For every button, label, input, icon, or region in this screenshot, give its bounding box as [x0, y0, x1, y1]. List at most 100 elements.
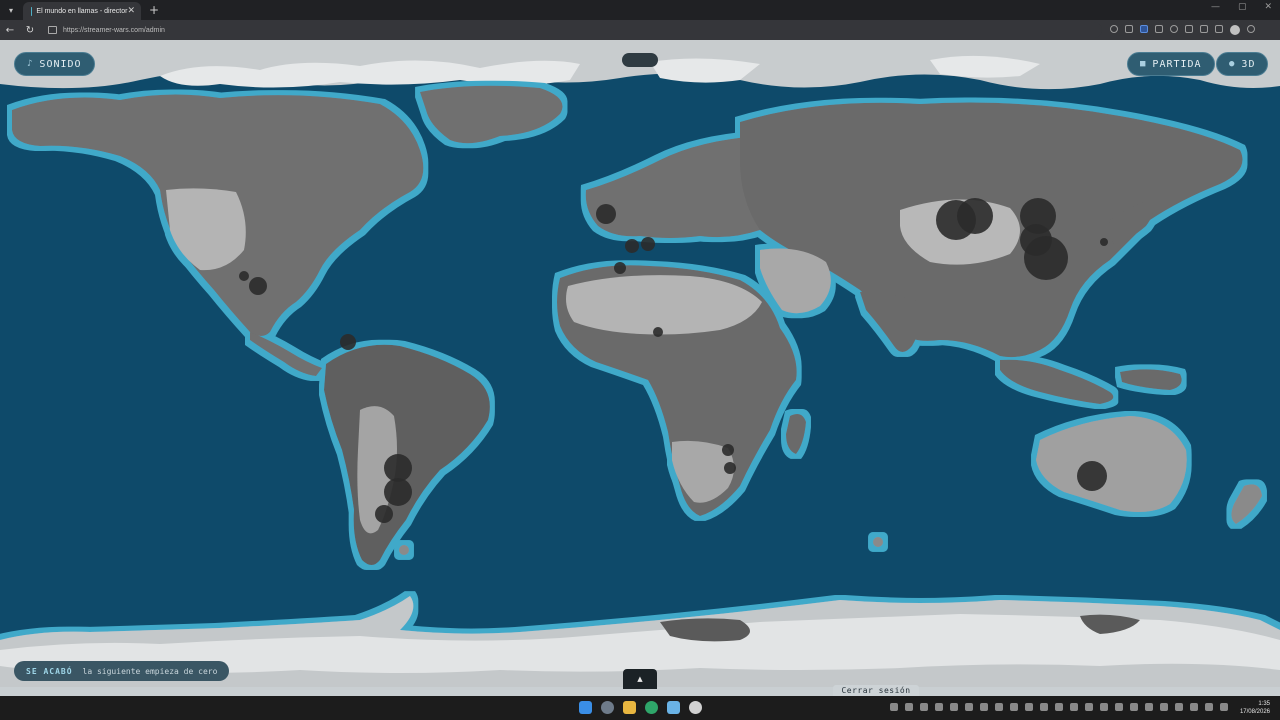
tray-icon[interactable] [965, 703, 973, 711]
window-controls: — ▢ ✕ [1211, 2, 1272, 12]
tray-icon[interactable] [890, 703, 898, 711]
tray-icon[interactable] [1130, 703, 1138, 711]
top-drawer-handle[interactable] [622, 53, 658, 67]
hotspot [1077, 461, 1107, 491]
address-bar[interactable]: https://streamer-wars.com/admin [42, 22, 1102, 38]
tab-title: El mundo en llamas - director [36, 7, 128, 15]
south-america [324, 344, 490, 565]
sound-toggle-button[interactable]: ♪ SONIDO [14, 52, 95, 76]
tray-icon[interactable] [920, 703, 928, 711]
hotspot [384, 478, 412, 506]
hotspot [641, 237, 655, 251]
extension-icon[interactable] [1170, 25, 1178, 33]
tray-icon[interactable] [1175, 703, 1183, 711]
app-icon[interactable] [667, 701, 680, 714]
wifi-icon[interactable] [1205, 703, 1213, 711]
bookmark-star-icon[interactable] [1125, 25, 1133, 33]
view-3d-label: 3D [1241, 58, 1256, 70]
address-bar-url[interactable]: https://streamer-wars.com/admin [63, 27, 165, 34]
new-tab-button[interactable]: + [149, 4, 159, 16]
minimize-icon[interactable]: — [1211, 2, 1220, 12]
maximize-icon[interactable]: ▢ [1238, 2, 1247, 12]
tray-icon[interactable] [1160, 703, 1168, 711]
hotspot [384, 454, 412, 482]
north-america-west [166, 188, 246, 271]
tray-icon[interactable] [1040, 703, 1048, 711]
new-zealand [1231, 484, 1262, 524]
game-label: PARTIDA [1152, 58, 1202, 70]
start-windows-icon[interactable] [579, 701, 592, 714]
music-note-icon: ♪ [27, 59, 34, 69]
tray-icon[interactable] [950, 703, 958, 711]
extension-icon[interactable] [1140, 25, 1148, 33]
tray-icon[interactable] [1100, 703, 1108, 711]
volume-icon[interactable] [1220, 703, 1228, 711]
profile-avatar[interactable] [1230, 25, 1240, 35]
app-icon[interactable] [689, 701, 702, 714]
view-3d-button[interactable]: ● 3D [1216, 52, 1269, 76]
downloads-icon[interactable] [1215, 25, 1223, 33]
hotspot [722, 444, 734, 456]
browser-icon[interactable] [645, 701, 658, 714]
tray-icon[interactable] [1010, 703, 1018, 711]
site-info-icon[interactable] [48, 26, 57, 34]
tray-icon[interactable] [980, 703, 988, 711]
hotspot [625, 239, 639, 253]
tray-icon[interactable] [905, 703, 913, 711]
continents [0, 85, 1280, 696]
app-icon[interactable] [601, 701, 614, 714]
taskbar-clock[interactable]: 1:35 17/08/2026 [1240, 700, 1270, 716]
square-icon: ■ [1140, 59, 1147, 69]
status-title: SE ACABÓ [26, 666, 73, 676]
hotspot [957, 198, 993, 234]
australia [1036, 416, 1187, 512]
extensions-puzzle-icon[interactable] [1185, 25, 1193, 33]
island [399, 545, 409, 555]
hotspot [340, 334, 356, 350]
tray-icon[interactable] [1085, 703, 1093, 711]
hotspot [653, 327, 663, 337]
hotspot [614, 262, 626, 274]
chevron-up-icon: ▲ [637, 675, 643, 683]
back-icon[interactable]: ← [0, 25, 20, 36]
hotspot [1024, 236, 1068, 280]
tray-icon[interactable] [1190, 703, 1198, 711]
clock-date: 17/08/2026 [1239, 709, 1270, 715]
central-america [250, 332, 322, 376]
tab-close-icon[interactable]: ✕ [127, 6, 135, 16]
hotspot [596, 204, 616, 224]
tray-icon[interactable] [1145, 703, 1153, 711]
favorites-icon[interactable] [1200, 25, 1208, 33]
tray-icon[interactable] [995, 703, 1003, 711]
hotspot [1100, 238, 1108, 246]
zoom-icon[interactable] [1110, 25, 1118, 33]
hotspot [249, 277, 267, 295]
game-button[interactable]: ■ PARTIDA [1127, 52, 1215, 76]
island [873, 537, 883, 547]
tray-icon[interactable] [935, 703, 943, 711]
tray-icon[interactable] [1055, 703, 1063, 711]
file-explorer-icon[interactable] [623, 701, 636, 714]
extension-icon[interactable] [1155, 25, 1163, 33]
new-guinea [1120, 369, 1182, 390]
hotspot [724, 462, 736, 474]
browser-menu-icon[interactable] [1247, 25, 1255, 33]
tray-icon[interactable] [1025, 703, 1033, 711]
browser-tab-active[interactable]: El mundo en llamas - director ✕ [23, 2, 141, 20]
world-map-viewport[interactable]: ♪ SONIDO ■ PARTIDA ● 3D SE ACABÓ la sigu… [0, 40, 1280, 696]
tab-search-chevron-icon[interactable]: ▾ [3, 2, 19, 18]
sound-label: SONIDO [39, 58, 82, 70]
greenland [420, 85, 563, 144]
tray-icon[interactable] [1115, 703, 1123, 711]
hotspot [239, 271, 249, 281]
expand-panel-button[interactable]: ▲ [623, 669, 657, 689]
status-message: la siguiente empieza de cero [82, 666, 218, 676]
system-tray [890, 703, 1228, 711]
tray-icon[interactable] [1070, 703, 1078, 711]
world-map[interactable] [0, 40, 1280, 696]
logout-button[interactable]: Cerrar sesión [833, 685, 919, 696]
reload-icon[interactable]: ↻ [20, 25, 40, 36]
clock-time: 1:35 [1258, 701, 1270, 707]
window-close-icon[interactable]: ✕ [1264, 2, 1272, 12]
indonesia [1000, 359, 1114, 404]
